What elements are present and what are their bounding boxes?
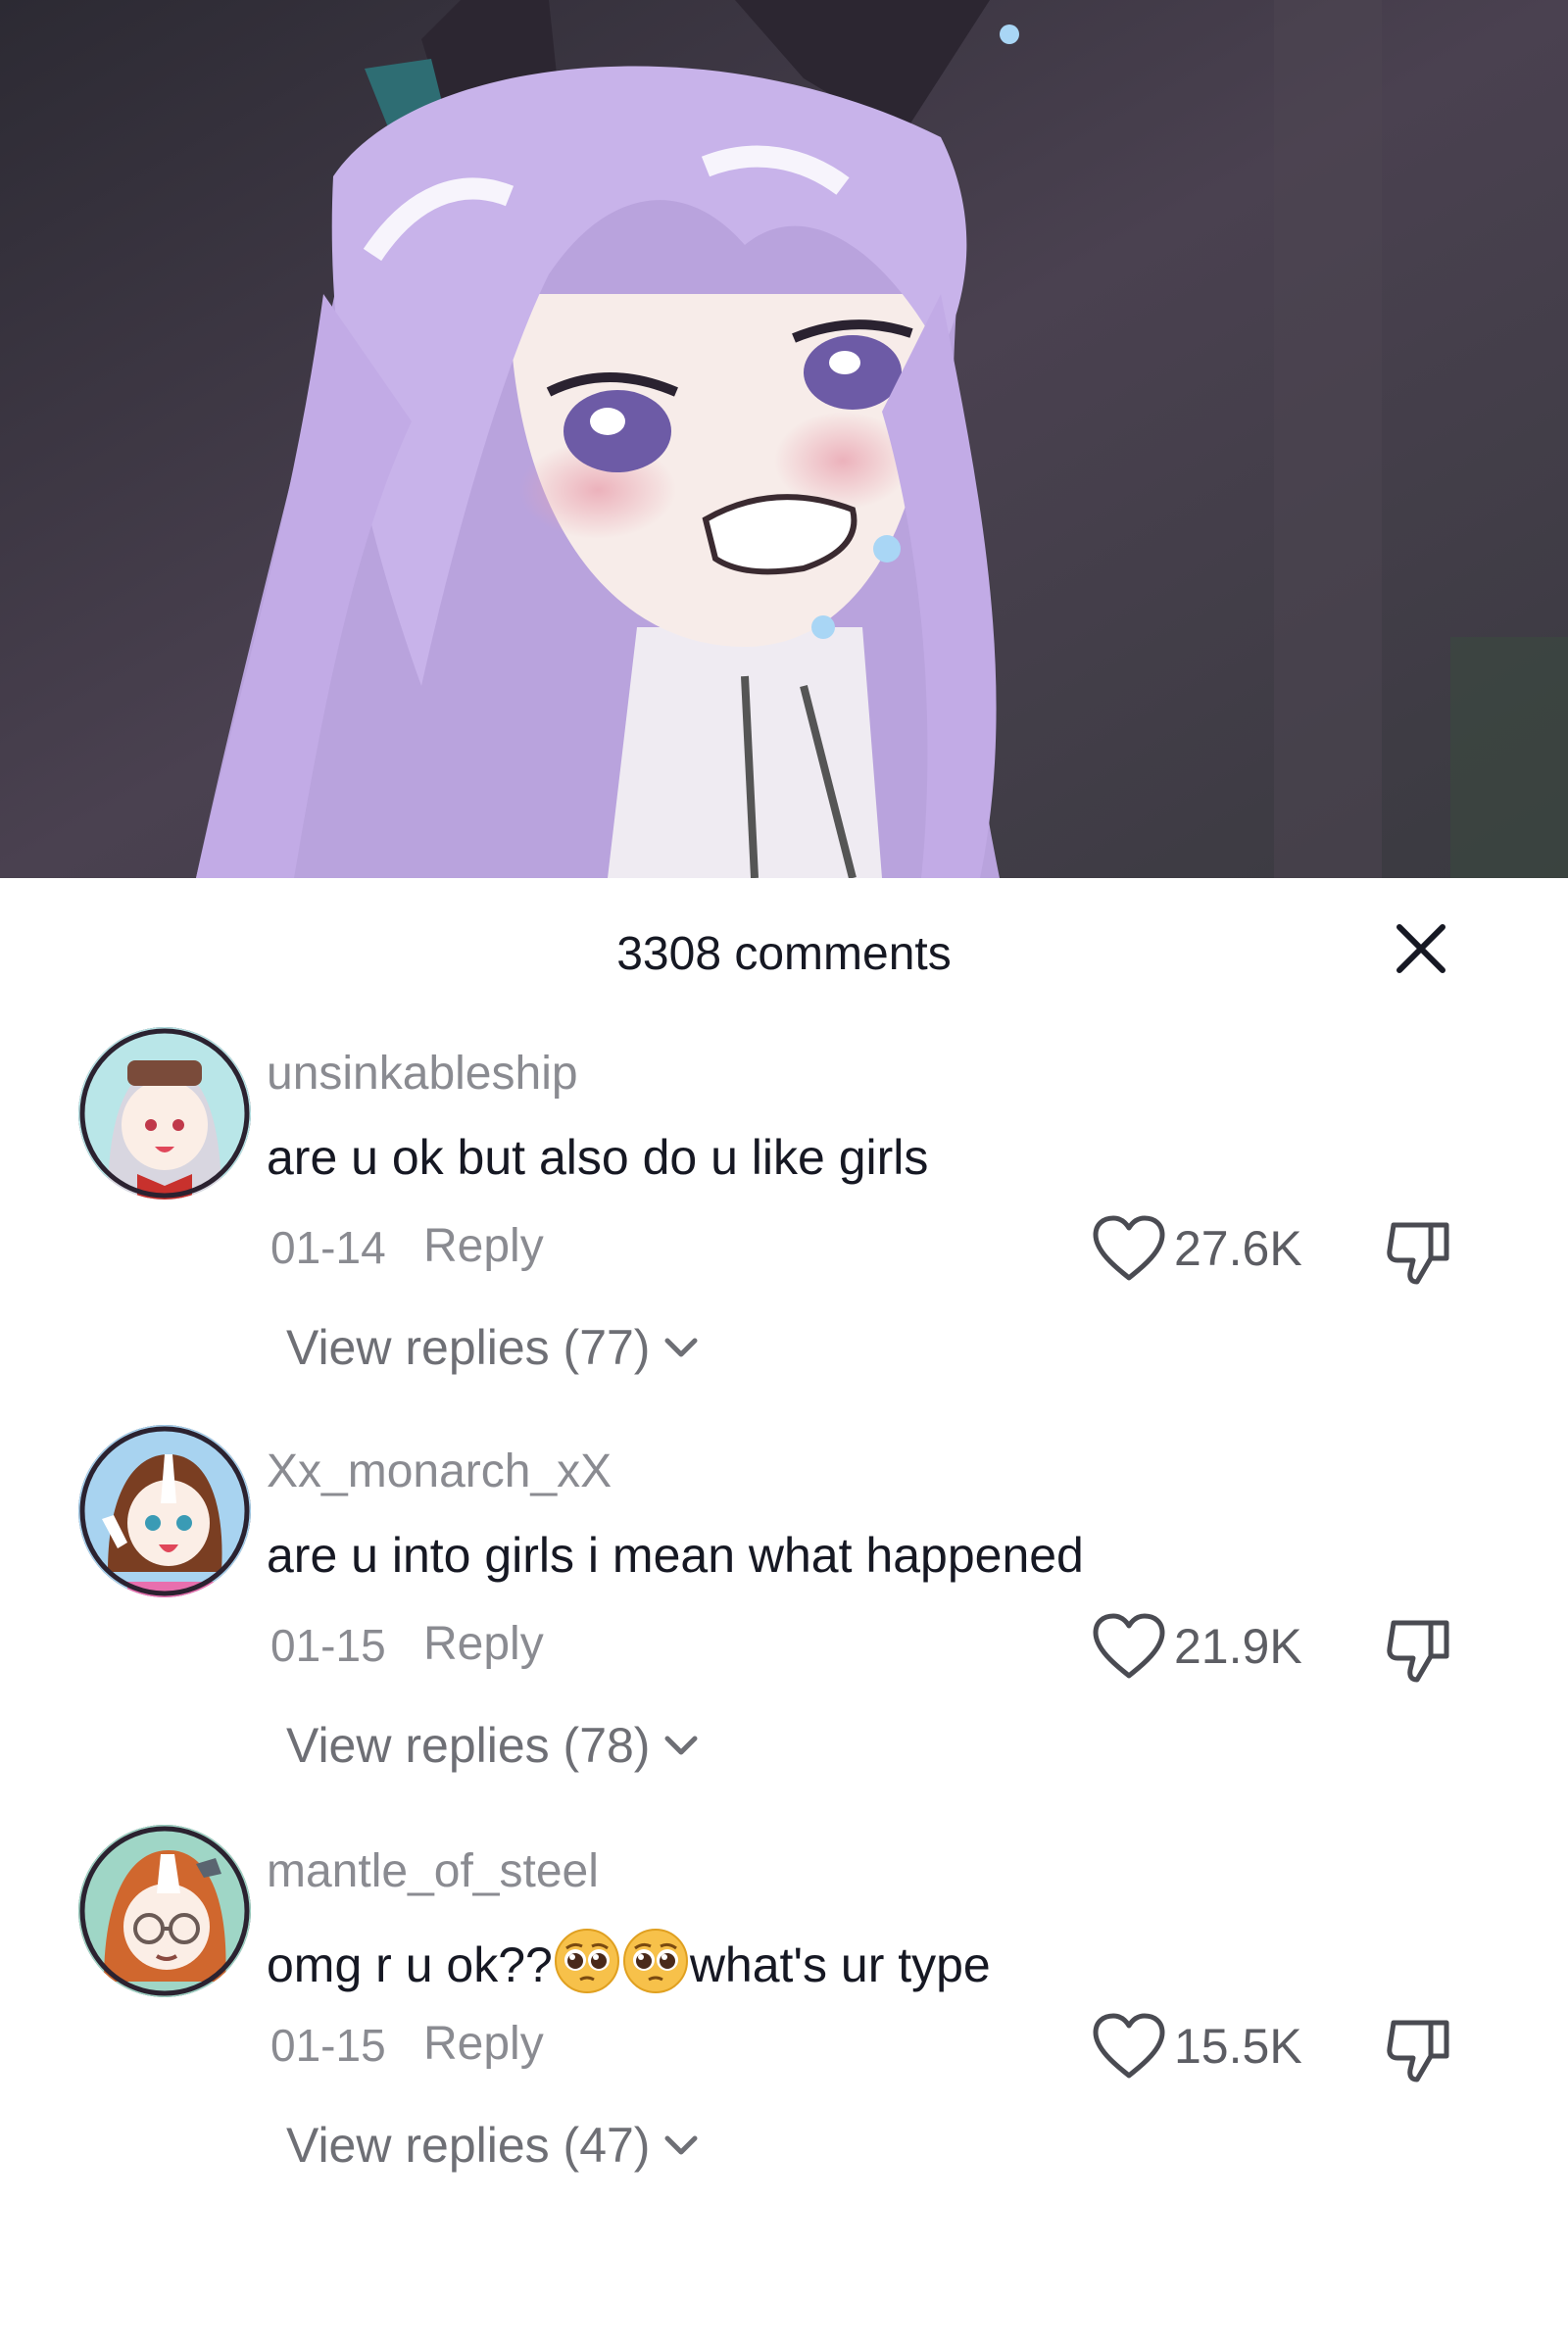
pleading-face-emoji-icon xyxy=(622,1929,688,1993)
chevron-down-icon xyxy=(664,1736,698,1755)
dislike-button[interactable] xyxy=(1380,1611,1458,1690)
comment-date: 01-15 xyxy=(270,2020,386,2071)
avatar-image xyxy=(78,1825,251,1997)
thumbs-down-icon xyxy=(1387,1620,1449,1683)
like-button[interactable]: 21.9K xyxy=(1090,1607,1302,1686)
reply-button[interactable]: Reply xyxy=(423,1617,544,1671)
comment-text-start: omg r u ok?? xyxy=(267,1937,553,1992)
reply-button[interactable]: Reply xyxy=(423,2017,544,2071)
comment-date: 01-14 xyxy=(270,1222,386,1273)
comments-count-title: 3308 comments xyxy=(616,928,952,980)
comment-username[interactable]: mantle_of_steel xyxy=(267,1844,599,1898)
view-replies-label: View replies (47) xyxy=(286,2118,651,2173)
heart-outline-icon xyxy=(1093,1613,1165,1679)
like-count: 21.9K xyxy=(1174,1619,1302,1674)
avatar-image xyxy=(78,1027,251,1200)
chevron-down-icon xyxy=(664,1338,698,1357)
avatar[interactable] xyxy=(78,1027,251,1200)
avatar[interactable] xyxy=(78,1825,251,1997)
comment-text: omg r u ok?? what's ur type xyxy=(267,1927,991,1995)
heart-outline-icon xyxy=(1093,1215,1165,1281)
anime-girl-illustration xyxy=(0,0,1568,878)
thumbs-down-icon xyxy=(1387,1222,1449,1285)
comment-text: are u ok but also do u like girls xyxy=(267,1130,929,1185)
pleading-face-emoji-icon xyxy=(554,1929,619,1993)
comment-date: 01-15 xyxy=(270,1620,386,1671)
like-count: 27.6K xyxy=(1174,1221,1302,1276)
reply-button[interactable]: Reply xyxy=(423,1219,544,1273)
heart-outline-icon xyxy=(1093,2013,1165,2079)
comment-item: Xx_monarch_xX are u into girls i mean wh… xyxy=(0,1425,1568,1817)
view-replies-button[interactable]: View replies (78) xyxy=(286,1717,701,1774)
thumbs-down-icon xyxy=(1387,2020,1449,2082)
dislike-button[interactable] xyxy=(1380,1213,1458,1292)
view-replies-button[interactable]: View replies (47) xyxy=(286,2117,701,2174)
view-replies-label: View replies (77) xyxy=(286,1320,651,1375)
comment-item: unsinkableship are u ok but also do u li… xyxy=(0,1027,1568,1419)
view-replies-label: View replies (78) xyxy=(286,1718,651,1773)
comment-username[interactable]: unsinkableship xyxy=(267,1047,578,1101)
comment-item: mantle_of_steel omg r u ok?? what's ur t… xyxy=(0,1825,1568,2217)
video-artwork xyxy=(0,0,1568,878)
like-button[interactable]: 15.5K xyxy=(1090,2007,1302,2085)
view-replies-button[interactable]: View replies (77) xyxy=(286,1319,701,1376)
comment-username[interactable]: Xx_monarch_xX xyxy=(267,1445,612,1498)
comments-panel: 3308 comments unsinkableship are u ok bu… xyxy=(0,878,1568,2352)
dislike-button[interactable] xyxy=(1380,2011,1458,2089)
close-button[interactable] xyxy=(1390,917,1452,980)
chevron-down-icon xyxy=(664,2135,698,2155)
like-button[interactable]: 27.6K xyxy=(1090,1209,1302,1288)
like-count: 15.5K xyxy=(1174,2019,1302,2074)
close-icon xyxy=(1396,924,1446,973)
comment-text: are u into girls i mean what happened xyxy=(267,1528,1084,1583)
avatar-image xyxy=(78,1425,251,1597)
comment-text-end: what's ur type xyxy=(689,1937,991,1992)
avatar[interactable] xyxy=(78,1425,251,1597)
